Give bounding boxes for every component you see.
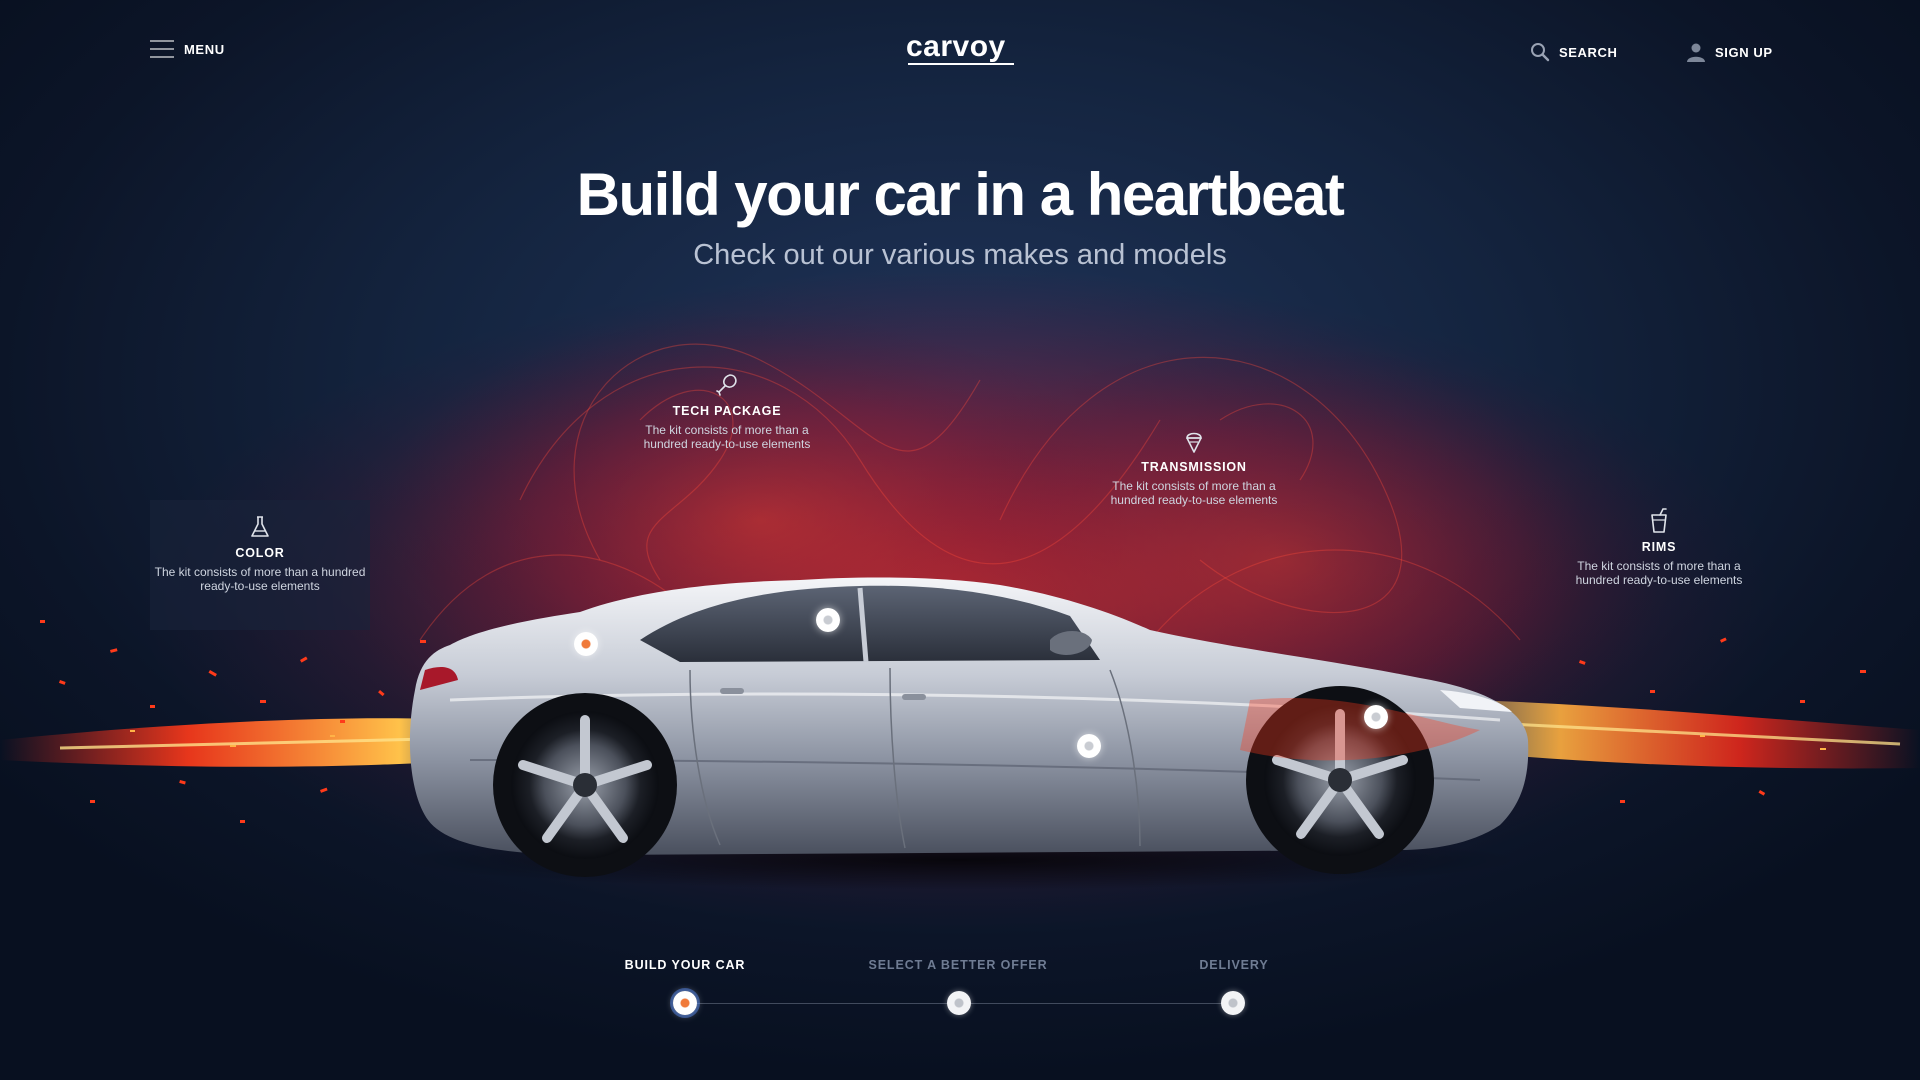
hamburger-icon <box>150 40 174 58</box>
step-dot-delivery[interactable] <box>1221 991 1245 1015</box>
feature-transmission[interactable]: TRANSMISSION The kit consists of more th… <box>1104 428 1284 507</box>
hotspot-door[interactable] <box>1077 734 1101 758</box>
hero-subtitle: Check out our various makes and models <box>693 239 1227 271</box>
search-button[interactable]: SEARCH <box>1530 42 1618 62</box>
user-icon <box>1687 43 1705 62</box>
hero-title: Build your car in a heartbeat <box>576 161 1345 228</box>
feature-tech-package[interactable]: TECH PACKAGE The kit consists of more th… <box>637 372 817 451</box>
search-icon <box>1531 43 1550 62</box>
feature-title: COLOR <box>235 546 285 560</box>
step-label-delivery[interactable]: DELIVERY <box>1124 958 1344 972</box>
feature-description: The kit consists of more than a hundred … <box>643 423 811 451</box>
feature-color[interactable]: COLOR The kit consists of more than a hu… <box>150 500 370 630</box>
hotspot-rear[interactable] <box>574 632 598 656</box>
hotspot-front-wheel[interactable] <box>1364 705 1388 729</box>
feature-rims[interactable]: RIMS The kit consists of more than a hun… <box>1569 508 1749 587</box>
flask-icon <box>251 516 269 537</box>
step-label-offer[interactable]: SELECT A BETTER OFFER <box>848 958 1068 972</box>
logo-underline <box>908 63 1014 65</box>
drink-cup-icon <box>1651 508 1667 533</box>
step-label-build[interactable]: BUILD YOUR CAR <box>575 958 795 972</box>
carvoy-logo[interactable]: carvoy <box>906 30 1006 64</box>
feature-title: RIMS <box>1641 540 1677 554</box>
step-dot-build[interactable] <box>673 991 697 1015</box>
menu-button[interactable]: MENU <box>150 40 225 58</box>
step-dot-offer[interactable] <box>947 991 971 1015</box>
sign-up-button[interactable]: SIGN UP <box>1686 42 1773 62</box>
menu-label: MENU <box>184 41 225 57</box>
sign-up-label: SIGN UP <box>1715 44 1773 60</box>
search-label: SEARCH <box>1559 44 1618 60</box>
drumstick-icon <box>716 374 737 396</box>
feature-description: The kit consists of more than a hundred … <box>154 565 366 593</box>
feature-description: The kit consists of more than a hundred … <box>1110 479 1278 507</box>
site-header: MENU carvoy SEARCH SIGN UP <box>0 0 1920 110</box>
feature-title: TRANSMISSION <box>1141 460 1247 474</box>
feature-title: TECH PACKAGE <box>672 404 782 418</box>
hotspot-roof[interactable] <box>816 608 840 632</box>
ice-cream-icon <box>1186 432 1202 453</box>
feature-description: The kit consists of more than a hundred … <box>1575 559 1743 587</box>
